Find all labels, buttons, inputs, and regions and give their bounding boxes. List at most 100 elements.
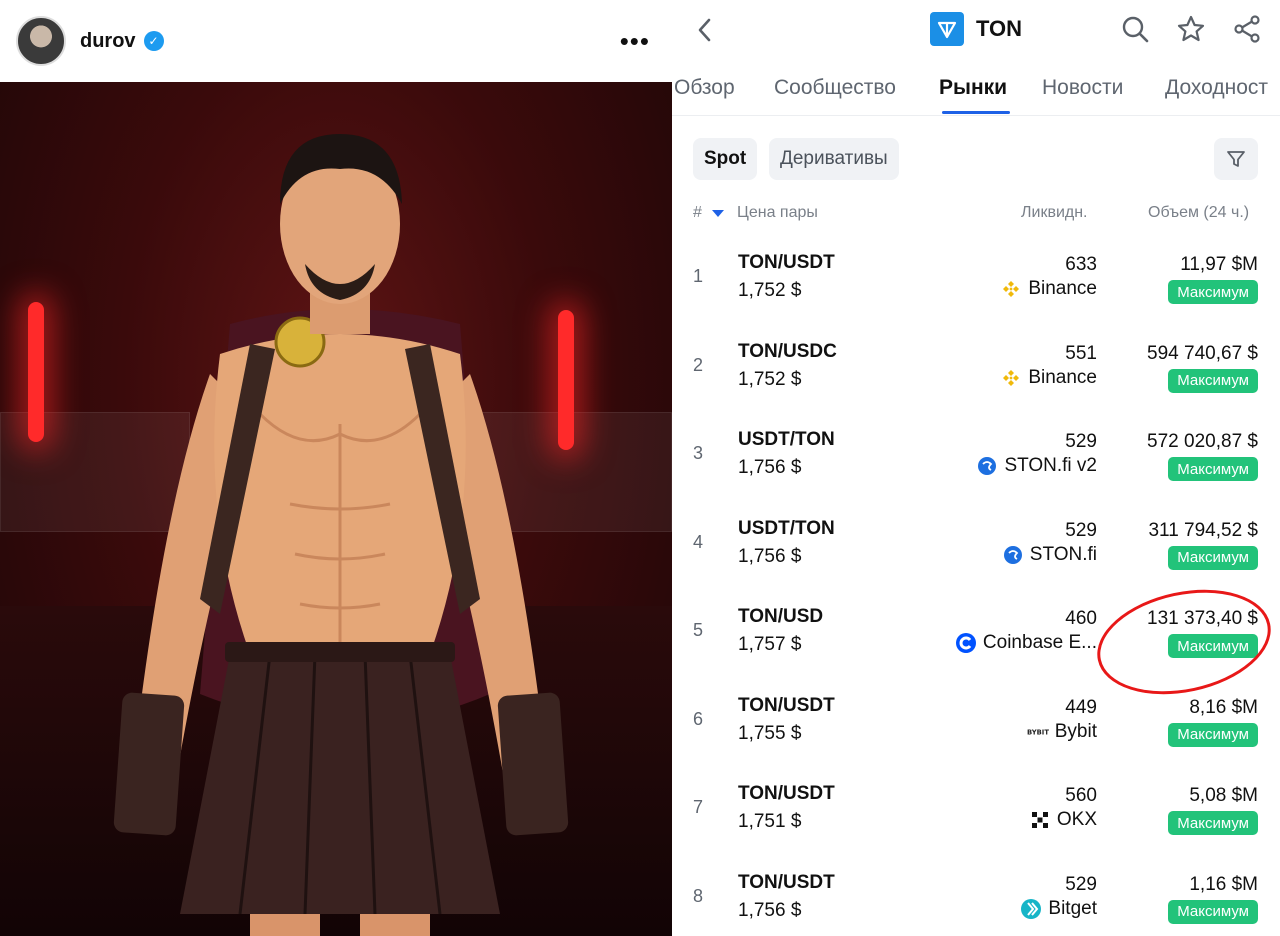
row-max-badge: Максимум bbox=[1168, 368, 1258, 393]
row-exchange-name: Bybit bbox=[1054, 720, 1097, 742]
filter-button[interactable] bbox=[1214, 138, 1258, 180]
row-pair: TON/USDT bbox=[738, 871, 835, 893]
svg-text:BYBIT: BYBIT bbox=[1027, 728, 1049, 736]
verified-badge-icon: ✓ bbox=[143, 31, 164, 51]
row-pair: TON/USDT bbox=[738, 694, 835, 716]
row-max-badge: Максимум bbox=[1168, 457, 1258, 481]
tab-overview[interactable]: Обзор bbox=[674, 76, 735, 100]
table-row[interactable]: 8 TON/USDT 1,756 $ 529 Bitget 1,16 $M Ма… bbox=[672, 856, 1280, 936]
row-exchange: Bitget bbox=[1020, 898, 1097, 920]
more-options-icon[interactable]: ••• bbox=[620, 28, 650, 54]
row-exchange-name: STON.fi bbox=[1029, 543, 1097, 565]
table-row[interactable]: 6 TON/USDT 1,755 $ 449 BYBIT Bybit 8,16 … bbox=[672, 679, 1280, 768]
row-max-badge: Максимум bbox=[1168, 811, 1258, 835]
back-arrow-icon[interactable] bbox=[692, 16, 718, 44]
row-exchange-name: Binance bbox=[1028, 278, 1097, 299]
bybit-icon: BYBIT bbox=[1027, 721, 1049, 743]
token-brand: TON bbox=[930, 12, 1022, 46]
row-liquidity: 529 bbox=[1065, 873, 1097, 895]
row-volume: 572 020,87 $ bbox=[1147, 431, 1258, 452]
row-max-badge: Максимум bbox=[1168, 634, 1258, 658]
red-light-left bbox=[28, 302, 44, 442]
row-liquidity: 560 bbox=[1065, 785, 1097, 806]
stonfi-icon bbox=[1002, 544, 1024, 566]
row-exchange-name: Coinbase E... bbox=[982, 632, 1097, 653]
okx-icon bbox=[1029, 809, 1051, 831]
market-panel: TON Обзор Сообщество Рынки Новости Доход… bbox=[672, 0, 1280, 936]
column-pair[interactable]: Цена пары bbox=[737, 204, 818, 222]
tab-community[interactable]: Сообщество bbox=[774, 76, 896, 100]
top-actions bbox=[1120, 14, 1262, 44]
row-price: 1,756 $ bbox=[738, 545, 802, 567]
row-volume: 8,16 $M bbox=[1189, 696, 1258, 718]
column-volume[interactable]: Объем (24 ч.) bbox=[1148, 204, 1249, 222]
table-row[interactable]: 7 TON/USDT 1,751 $ 560 OKX 5,08 $M Макси… bbox=[672, 767, 1280, 856]
search-icon[interactable] bbox=[1120, 14, 1150, 44]
row-liquidity: 529 bbox=[1065, 431, 1097, 452]
row-volume: 311 794,52 $ bbox=[1148, 519, 1258, 541]
row-rank: 8 bbox=[693, 885, 704, 906]
sort-descending-icon[interactable] bbox=[712, 210, 724, 217]
row-max-badge: Максимум bbox=[1168, 722, 1258, 747]
stonfi-icon bbox=[976, 455, 998, 477]
row-pair: USDT/TON bbox=[738, 517, 835, 539]
row-pair: TON/USDT bbox=[738, 783, 835, 804]
row-price: 1,757 $ bbox=[738, 634, 802, 655]
row-exchange: STON.fi v2 bbox=[976, 455, 1097, 477]
chip-derivatives[interactable]: Деривативы bbox=[769, 138, 899, 180]
table-row[interactable]: 3 USDT/TON 1,756 $ 529 STON.fi v2 572 02… bbox=[672, 413, 1280, 502]
row-volume: 131 373,40 $ bbox=[1147, 608, 1258, 629]
row-liquidity: 633 bbox=[1065, 254, 1097, 275]
row-exchange: OKX bbox=[1029, 809, 1097, 831]
top-bar: TON bbox=[672, 0, 1280, 60]
row-volume: 1,16 $M bbox=[1189, 873, 1258, 895]
row-price: 1,756 $ bbox=[738, 899, 802, 921]
row-price: 1,755 $ bbox=[738, 722, 802, 744]
row-exchange-name: OKX bbox=[1056, 809, 1097, 830]
row-rank: 4 bbox=[693, 531, 704, 552]
row-rank: 3 bbox=[693, 443, 704, 463]
section-tabs: Обзор Сообщество Рынки Новости Доходност bbox=[672, 60, 1280, 116]
active-tab-indicator bbox=[942, 111, 1010, 114]
post-photo[interactable] bbox=[0, 82, 672, 936]
spartan-figure-illustration bbox=[113, 134, 569, 936]
chip-spot[interactable]: Spot bbox=[693, 138, 758, 180]
column-rank[interactable]: # bbox=[693, 204, 702, 222]
coinbase-icon bbox=[955, 632, 977, 654]
column-liquidity[interactable]: Ликвидн. bbox=[1021, 204, 1088, 222]
row-exchange: BYBIT Bybit bbox=[1027, 721, 1097, 743]
table-header: # Цена пары Ликвидн. Объем (24 ч.) bbox=[672, 200, 1280, 236]
row-price: 1,752 $ bbox=[738, 280, 802, 301]
row-price: 1,751 $ bbox=[738, 811, 802, 832]
username[interactable]: durov bbox=[80, 30, 136, 53]
row-price: 1,756 $ bbox=[738, 457, 802, 478]
row-volume: 5,08 $M bbox=[1189, 785, 1258, 806]
table-row[interactable]: 2 TON/USDC 1,752 $ 551 Binance 594 740,6… bbox=[672, 325, 1280, 414]
row-exchange: Binance bbox=[1000, 367, 1097, 389]
bitget-icon bbox=[1020, 898, 1042, 920]
binance-icon bbox=[1000, 367, 1022, 389]
row-rank: 2 bbox=[693, 354, 704, 375]
tab-markets[interactable]: Рынки bbox=[939, 76, 1007, 100]
table-row[interactable]: 5 TON/USD 1,757 $ 460 Coinbase E... 131 … bbox=[672, 590, 1280, 679]
row-liquidity: 551 bbox=[1065, 342, 1097, 364]
row-pair: TON/USD bbox=[738, 606, 824, 627]
row-exchange: STON.fi bbox=[1002, 544, 1097, 566]
row-pair: USDT/TON bbox=[738, 429, 835, 450]
filter-funnel-icon bbox=[1227, 151, 1245, 167]
table-row[interactable]: 4 USDT/TON 1,756 $ 529 STON.fi 311 794,5… bbox=[672, 502, 1280, 591]
row-max-badge: Максимум bbox=[1168, 899, 1258, 924]
star-icon[interactable] bbox=[1176, 14, 1206, 44]
row-price: 1,752 $ bbox=[738, 368, 802, 390]
table-row[interactable]: 1 TON/USDT 1,752 $ 633 Binance 11,97 $M … bbox=[672, 236, 1280, 325]
row-rank: 1 bbox=[693, 266, 704, 286]
row-volume: 594 740,67 $ bbox=[1147, 342, 1258, 364]
row-exchange-name: Binance bbox=[1028, 366, 1097, 388]
row-liquidity: 449 bbox=[1065, 696, 1097, 718]
tab-yield[interactable]: Доходност bbox=[1165, 76, 1268, 100]
tab-news[interactable]: Новости bbox=[1042, 76, 1123, 100]
share-icon[interactable] bbox=[1232, 14, 1262, 44]
row-exchange: Binance bbox=[1000, 278, 1097, 300]
avatar[interactable] bbox=[16, 16, 66, 66]
row-rank: 6 bbox=[693, 708, 704, 729]
